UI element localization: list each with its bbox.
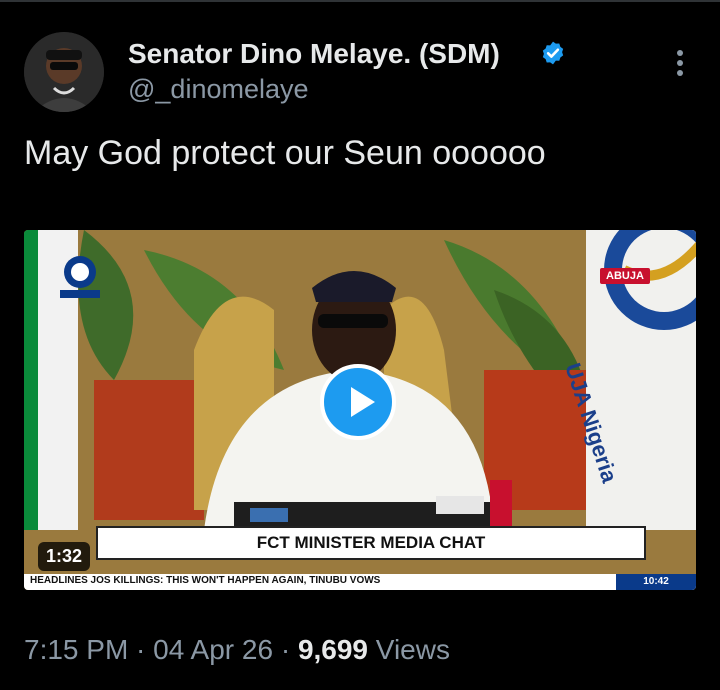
author-handle[interactable]: @_dinomelaye	[128, 74, 309, 105]
location-tag: ABUJA	[600, 268, 650, 284]
verified-badge-icon	[542, 41, 564, 65]
ticker-text: HEADLINES JOS KILLINGS: THIS WON'T HAPPE…	[30, 575, 381, 586]
tweet-date[interactable]: 04 Apr 26	[153, 634, 273, 665]
tweet-text: May God protect our Seun oooooo	[24, 134, 546, 172]
lower-third-banner: FCT MINISTER MEDIA CHAT	[96, 526, 646, 560]
tweet-metadata: 7:15 PM · 04 Apr 26 · 9,699 Views	[24, 634, 450, 666]
top-divider	[0, 0, 720, 2]
play-icon[interactable]	[320, 364, 396, 440]
views-label: Views	[368, 634, 450, 665]
ticker-time: 10:42	[616, 574, 696, 590]
separator: ·	[128, 634, 154, 665]
avatar[interactable]	[24, 32, 104, 112]
news-ticker: HEADLINES JOS KILLINGS: THIS WON'T HAPPE…	[24, 574, 696, 590]
more-options-icon[interactable]	[668, 50, 692, 80]
separator: ·	[273, 634, 298, 665]
tweet-time[interactable]: 7:15 PM	[24, 634, 128, 665]
video-player[interactable]: ABUJA UJA Nigeria FCT MINISTER MEDIA CHA…	[24, 230, 696, 590]
author-name[interactable]: Senator Dino Melaye. (SDM)	[128, 38, 500, 70]
video-duration: 1:32	[38, 542, 91, 571]
views-count[interactable]: 9,699	[298, 634, 368, 665]
